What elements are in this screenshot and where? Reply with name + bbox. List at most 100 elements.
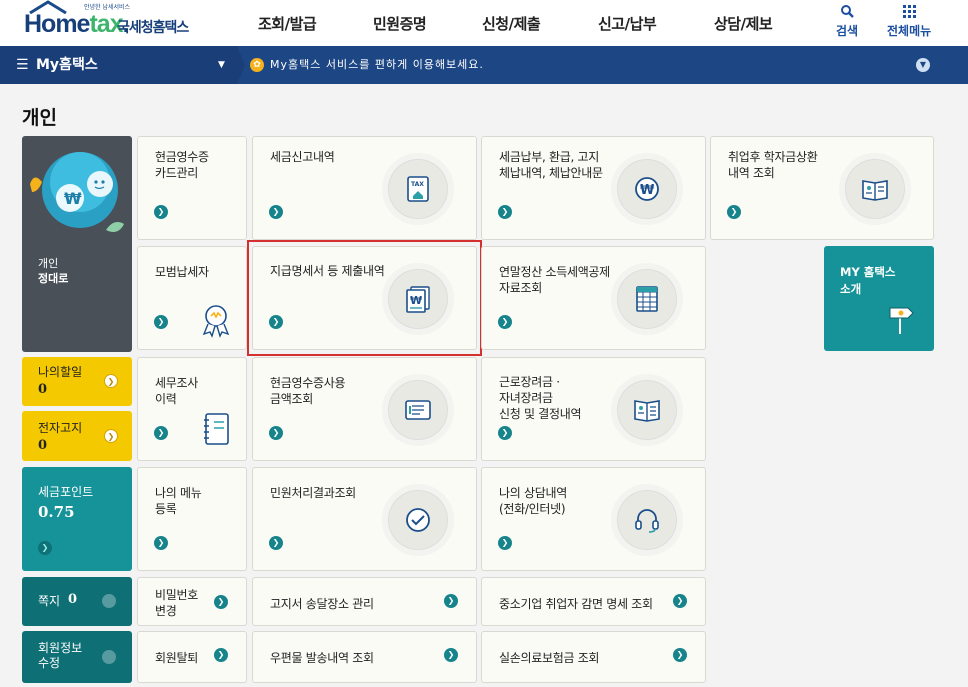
notice-place-card[interactable]: 고지서 송달장소 관리 ❯ (252, 577, 477, 626)
model-taxpayer-arrow-icon: ❯ (154, 315, 168, 329)
profile-illustration-icon: ₩ (30, 152, 124, 232)
tax-return-label: 세금신고내역 (270, 150, 335, 164)
earned-credit-arrow-icon: ❯ (498, 426, 512, 440)
tax-audit-label: 세무조사 이력 (155, 376, 198, 406)
page-title: 개인 (22, 107, 57, 129)
check-circle-icon (382, 484, 454, 556)
nav-report-pay[interactable]: 신고/납부 (598, 13, 657, 34)
sme-reduction-arrow-icon: ❯ (673, 594, 687, 608)
my-hometax-title: My홈택스 (36, 57, 98, 73)
open-book-icon (611, 374, 683, 446)
notice-place-arrow-icon: ❯ (444, 594, 458, 608)
notebook-icon (204, 413, 229, 445)
civil-result-arrow-icon: ❯ (269, 536, 283, 550)
model-taxpayer-label: 모범납세자 (155, 265, 209, 279)
tax-points-arrow-icon: ❯ (38, 541, 52, 555)
my-menu-label: 나의 메뉴 등록 (155, 486, 202, 516)
student-loan-card[interactable]: 취업후 학자금상환 내역 조회 ❯ (710, 136, 934, 240)
password-change-card[interactable]: 비밀번호 변경 ❯ (137, 577, 247, 626)
logo-korean: 국세청홈택스 (117, 20, 189, 36)
nav-civil-certificate[interactable]: 민원증명 (373, 13, 427, 34)
tax-audit-card[interactable]: 세무조사 이력 ❯ (137, 357, 247, 461)
search-icon (836, 4, 858, 22)
receipt-screen-icon (382, 374, 454, 446)
bar-separator (237, 46, 245, 84)
tax-points-value: 0.75 (38, 503, 75, 521)
nav-inquiry[interactable]: 조회/발급 (258, 13, 317, 34)
cash-usage-arrow-icon: ❯ (269, 426, 283, 440)
tax-return-card[interactable]: 세금신고내역 ❯ TAX (252, 136, 477, 240)
note-arrow-icon: ❯ (102, 594, 116, 608)
profile-label: 개인 (38, 257, 59, 270)
withdraw-card[interactable]: 회원탈퇴 ❯ (137, 631, 247, 683)
my-menu-arrow-icon: ❯ (154, 536, 168, 550)
caret-down-icon[interactable]: ▼ (218, 46, 225, 84)
grid-icon (887, 4, 931, 22)
member-info-label: 회원정보 수정 (38, 641, 83, 670)
mail-history-card[interactable]: 우편물 발송내역 조회 ❯ (252, 631, 477, 683)
tax-payment-label: 세금납부, 환급, 고지 체납내역, 체납안내문 (499, 150, 603, 180)
e-notice-count: 0 (38, 438, 48, 453)
civil-result-card[interactable]: 민원처리결과조회 ❯ (252, 467, 477, 571)
search-button[interactable]: 검색 (836, 4, 858, 39)
medical-insurance-label: 실손의료보험금 조회 (499, 651, 600, 665)
award-ribbon-icon (202, 305, 230, 338)
hamburger-icon[interactable]: ☰ (16, 46, 29, 84)
e-notice-tile[interactable]: 전자고지 0 ❯ (22, 411, 132, 461)
nav-consult[interactable]: 상담/제보 (714, 13, 773, 34)
selected-highlight (247, 240, 482, 356)
year-end-settlement-card[interactable]: 연말정산 소득세액공제 자료조회 ❯ (481, 246, 706, 350)
spreadsheet-icon (611, 263, 683, 335)
won-coin-icon: ₩ (611, 153, 683, 225)
withdraw-label: 회원탈퇴 (155, 651, 198, 665)
todo-tile[interactable]: 나의할일 0 ❯ (22, 357, 132, 406)
student-loan-arrow-icon: ❯ (727, 205, 741, 219)
cash-usage-card[interactable]: 현금영수증사용 금액조회 ❯ (252, 357, 477, 461)
password-change-label: 비밀번호 변경 (155, 588, 198, 618)
consult-history-arrow-icon: ❯ (498, 536, 512, 550)
civil-result-label: 민원처리결과조회 (270, 486, 356, 500)
consult-history-card[interactable]: 나의 상담내역 (전화/인터넷) ❯ (481, 467, 706, 571)
todo-arrow-icon: ❯ (104, 374, 118, 388)
note-label: 쪽지 (38, 594, 61, 608)
all-menu-label: 전체메뉴 (887, 24, 932, 38)
nav-apply-submit[interactable]: 신청/제출 (482, 13, 541, 34)
cash-receipt-card[interactable]: 현금영수증 카드관리 ❯ (137, 136, 247, 240)
svg-text:₩: ₩ (640, 183, 655, 198)
tax-payment-arrow-icon: ❯ (498, 205, 512, 219)
year-end-settlement-arrow-icon: ❯ (498, 315, 512, 329)
password-change-arrow-icon: ❯ (214, 595, 228, 609)
tax-points-label: 세금포인트 (38, 485, 94, 499)
my-menu-card[interactable]: 나의 메뉴 등록 ❯ (137, 467, 247, 571)
withdraw-arrow-icon: ❯ (214, 648, 228, 662)
mail-history-label: 우편물 발송내역 조회 (270, 651, 374, 665)
signpost-icon (889, 307, 914, 334)
earned-credit-label: 근로장려금 · 자녀장려금 신청 및 결정내역 (499, 375, 582, 421)
my-hometax-intro-card[interactable]: MY 홈택스 소개 (824, 246, 934, 351)
medical-insurance-card[interactable]: 실손의료보험금 조회 ❯ (481, 631, 706, 683)
all-menu-button[interactable]: 전체메뉴 (887, 4, 931, 39)
my-hometax-bar: My홈택스 ☰ ▼ ✿ My홈택스 서비스를 편하게 이용해보세요. ▼ (0, 46, 968, 84)
consult-history-label: 나의 상담내역 (전화/인터넷) (499, 486, 567, 516)
tax-points-tile[interactable]: 세금포인트 0.75 ❯ (22, 467, 132, 571)
earned-credit-card[interactable]: 근로장려금 · 자녀장려금 신청 및 결정내역 ❯ (481, 357, 706, 461)
svg-text:₩: ₩ (64, 189, 82, 208)
sme-reduction-card[interactable]: 중소기업 취업자 감면 명세 조회 ❯ (481, 577, 706, 626)
cash-receipt-label: 현금영수증 카드관리 (155, 150, 209, 180)
header: 안녕한 납세서비스 Hometax. 국세청홈택스 조회/발급 민원증명 신청/… (0, 0, 968, 46)
tax-return-arrow-icon: ❯ (269, 205, 283, 219)
hometax-logo[interactable]: 안녕한 납세서비스 Hometax. 국세청홈택스 (24, 0, 204, 44)
profile-card: ₩ 개인 정대로 (22, 136, 132, 352)
note-tile[interactable]: 쪽지 0 ❯ (22, 577, 132, 626)
my-hometax-dropdown[interactable]: My홈택스 (0, 46, 237, 84)
logo-brand: Hometax. (24, 10, 130, 38)
member-info-arrow-icon: ❯ (102, 650, 116, 664)
headset-icon (611, 484, 683, 556)
book-icon (839, 153, 911, 225)
member-info-tile[interactable]: 회원정보 수정 ❯ (22, 631, 132, 683)
tax-payment-card[interactable]: 세금납부, 환급, 고지 체납내역, 체납안내문 ❯ ₩ (481, 136, 706, 240)
e-notice-label: 전자고지 (38, 421, 83, 435)
expand-icon[interactable]: ▼ (916, 58, 930, 72)
model-taxpayer-card[interactable]: 모범납세자 ❯ (137, 246, 247, 350)
todo-label: 나의할일 (38, 365, 83, 379)
